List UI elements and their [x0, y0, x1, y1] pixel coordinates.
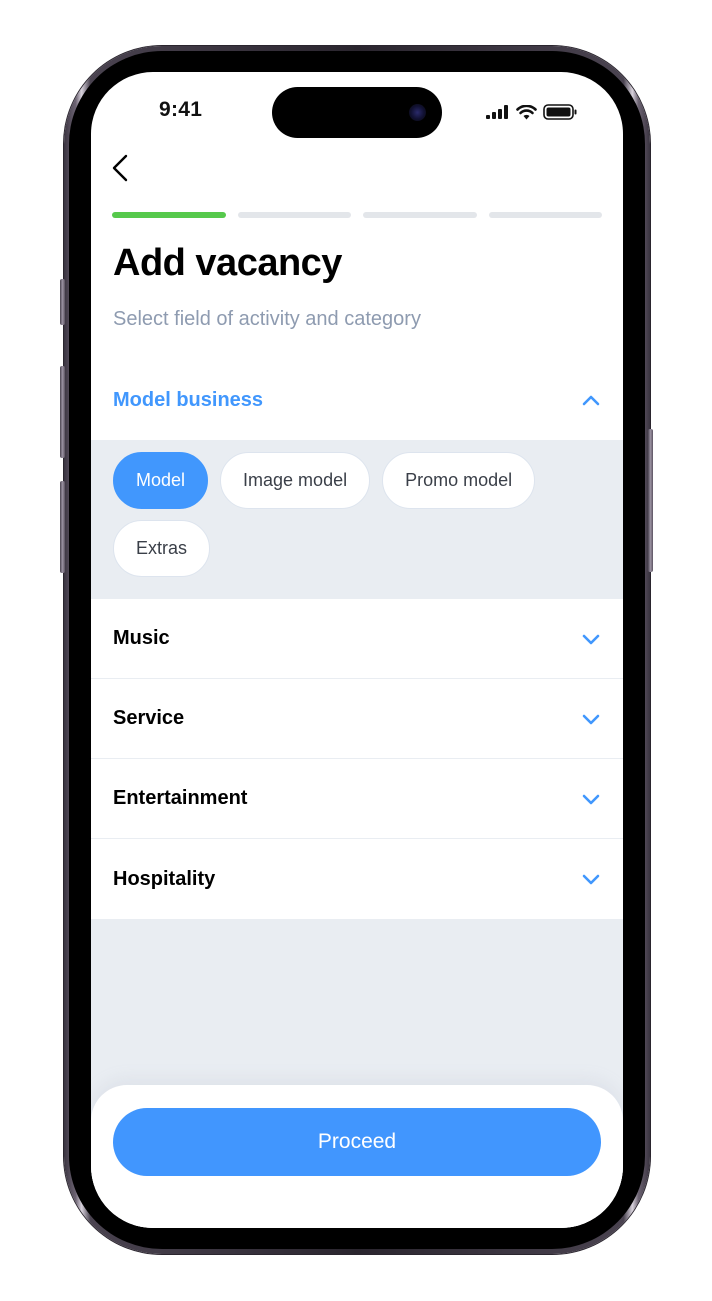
chevron-down-icon	[581, 629, 601, 649]
accordion-label: Service	[113, 707, 185, 729]
step-progress	[112, 212, 602, 218]
action-button	[60, 279, 65, 325]
chip-extras[interactable]: Extras	[113, 520, 211, 577]
progress-step-4	[488, 212, 602, 218]
progress-step-3	[363, 212, 477, 218]
screen: 9:41 Add vacancy Select field of activit…	[91, 72, 623, 1228]
volume-up-button	[60, 366, 65, 458]
accordion-item-entertainment[interactable]: Entertainment	[91, 759, 623, 839]
accordion-item-service[interactable]: Service	[91, 679, 623, 759]
chevron-down-icon	[581, 789, 601, 809]
bottom-action-bar: Proceed	[91, 1085, 623, 1228]
volume-down-button	[60, 481, 65, 573]
accordion-header-model-business[interactable]: Model business	[91, 360, 623, 440]
progress-step-2	[237, 212, 351, 218]
accordion-list: Music Service Entertainment Hospitality	[91, 599, 623, 919]
wifi-icon	[516, 104, 537, 119]
cellular-signal-icon	[486, 105, 508, 119]
accordion-label: Entertainment	[113, 787, 248, 809]
accordion-item-hospitality[interactable]: Hospitality	[91, 839, 623, 919]
power-button	[648, 429, 653, 572]
chevron-down-icon	[581, 869, 601, 889]
progress-step-1	[112, 212, 226, 218]
chevron-down-icon	[581, 709, 601, 729]
dynamic-island	[272, 87, 442, 138]
status-icons	[486, 104, 577, 120]
chevron-up-icon	[581, 390, 601, 410]
chevron-left-icon	[112, 154, 128, 182]
proceed-button[interactable]: Proceed	[113, 1108, 601, 1176]
status-time: 9:41	[159, 98, 203, 121]
chip-model[interactable]: Model	[113, 452, 209, 509]
battery-icon	[543, 104, 577, 120]
page-subtitle: Select field of activity and category	[113, 308, 421, 330]
accordion-label: Hospitality	[113, 867, 216, 890]
category-chips: Model Image model Promo model Extras	[91, 440, 623, 599]
accordion-item-music[interactable]: Music	[91, 599, 623, 679]
chip-image-model[interactable]: Image model	[220, 452, 371, 509]
accordion-label: Music	[113, 627, 170, 649]
camera-icon	[409, 104, 426, 121]
page-title: Add vacancy	[113, 242, 342, 284]
chip-promo-model[interactable]: Promo model	[382, 452, 536, 509]
back-button[interactable]	[111, 152, 135, 184]
accordion-label: Model business	[113, 388, 264, 411]
